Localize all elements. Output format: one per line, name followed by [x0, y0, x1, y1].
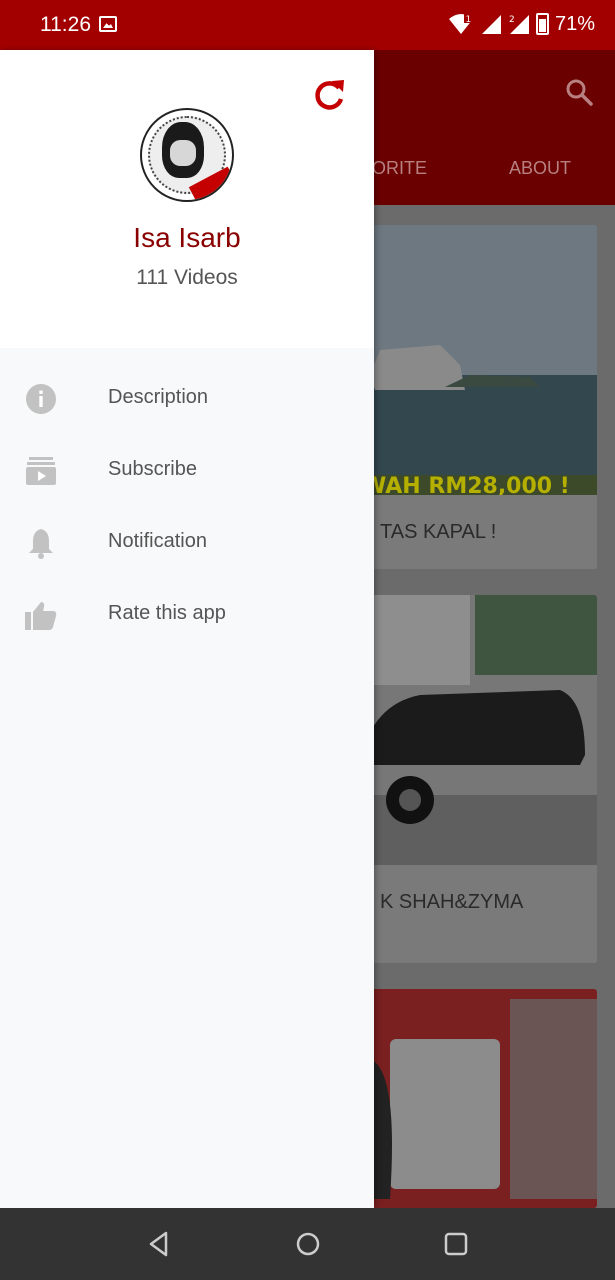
battery-percent: 71%: [554, 12, 595, 35]
menu-item-subscribe[interactable]: Subscribe: [0, 434, 374, 506]
status-icons: 1 2 71%: [448, 11, 595, 37]
avatar-portrait: [162, 122, 204, 178]
recents-icon[interactable]: [440, 1228, 472, 1260]
refresh-icon[interactable]: [310, 76, 348, 114]
video-card[interactable]: K SHAH&ZYMA: [360, 595, 597, 963]
battery-icon: [535, 13, 549, 35]
sim1-label: 1: [465, 15, 471, 25]
video-title: TAS KAPAL !: [380, 521, 497, 543]
avatar[interactable]: [140, 108, 234, 202]
sim2-label: 2: [509, 15, 515, 25]
video-thumbnail: WAH RM28,000 !: [360, 225, 597, 495]
video-card[interactable]: [360, 989, 597, 1208]
video-title: K SHAH&ZYMA: [380, 891, 524, 913]
menu-label: Subscribe: [108, 458, 197, 480]
video-count: 111 Videos: [136, 266, 238, 289]
search-icon[interactable]: [565, 78, 593, 106]
subscriptions-icon: [26, 457, 56, 485]
tab-favorite[interactable]: ORITE: [372, 158, 427, 179]
video-card[interactable]: WAH RM28,000 ! TAS KAPAL !: [360, 225, 597, 569]
cell-signal-2-icon: 2: [509, 15, 529, 34]
video-thumbnail: [360, 989, 597, 1208]
cell-signal-icon: [481, 15, 501, 34]
menu-item-description[interactable]: Description: [0, 362, 374, 434]
menu-label: Description: [108, 386, 209, 408]
back-icon[interactable]: [143, 1228, 175, 1260]
menu-label: Rate this app: [108, 602, 226, 624]
menu-item-notification[interactable]: Notification: [0, 506, 374, 578]
channel-name: Isa Isarb: [133, 222, 241, 253]
drawer-menu: Description Subscribe Notification Rate …: [0, 362, 374, 650]
thumbnail-caption: WAH RM28,000 !: [362, 474, 570, 495]
status-bar: 11:26 1 2 71%: [0, 0, 615, 50]
info-icon: [26, 384, 56, 414]
video-thumbnail: [360, 595, 597, 865]
system-nav-bar: [0, 1208, 615, 1280]
thumbs-up-icon: [25, 602, 57, 630]
drawer-header: Isa Isarb 111 Videos: [0, 50, 374, 348]
menu-label: Notification: [108, 530, 207, 552]
gallery-icon: [99, 16, 117, 32]
navigation-drawer: Isa Isarb 111 Videos Description Subscri…: [0, 50, 374, 1208]
wifi-icon: 1: [448, 13, 473, 34]
bell-icon: [29, 529, 53, 559]
menu-item-rate-app[interactable]: Rate this app: [0, 578, 374, 650]
home-icon[interactable]: [292, 1228, 324, 1260]
status-time: 11:26: [40, 13, 91, 36]
tab-about[interactable]: ABOUT: [509, 158, 571, 179]
